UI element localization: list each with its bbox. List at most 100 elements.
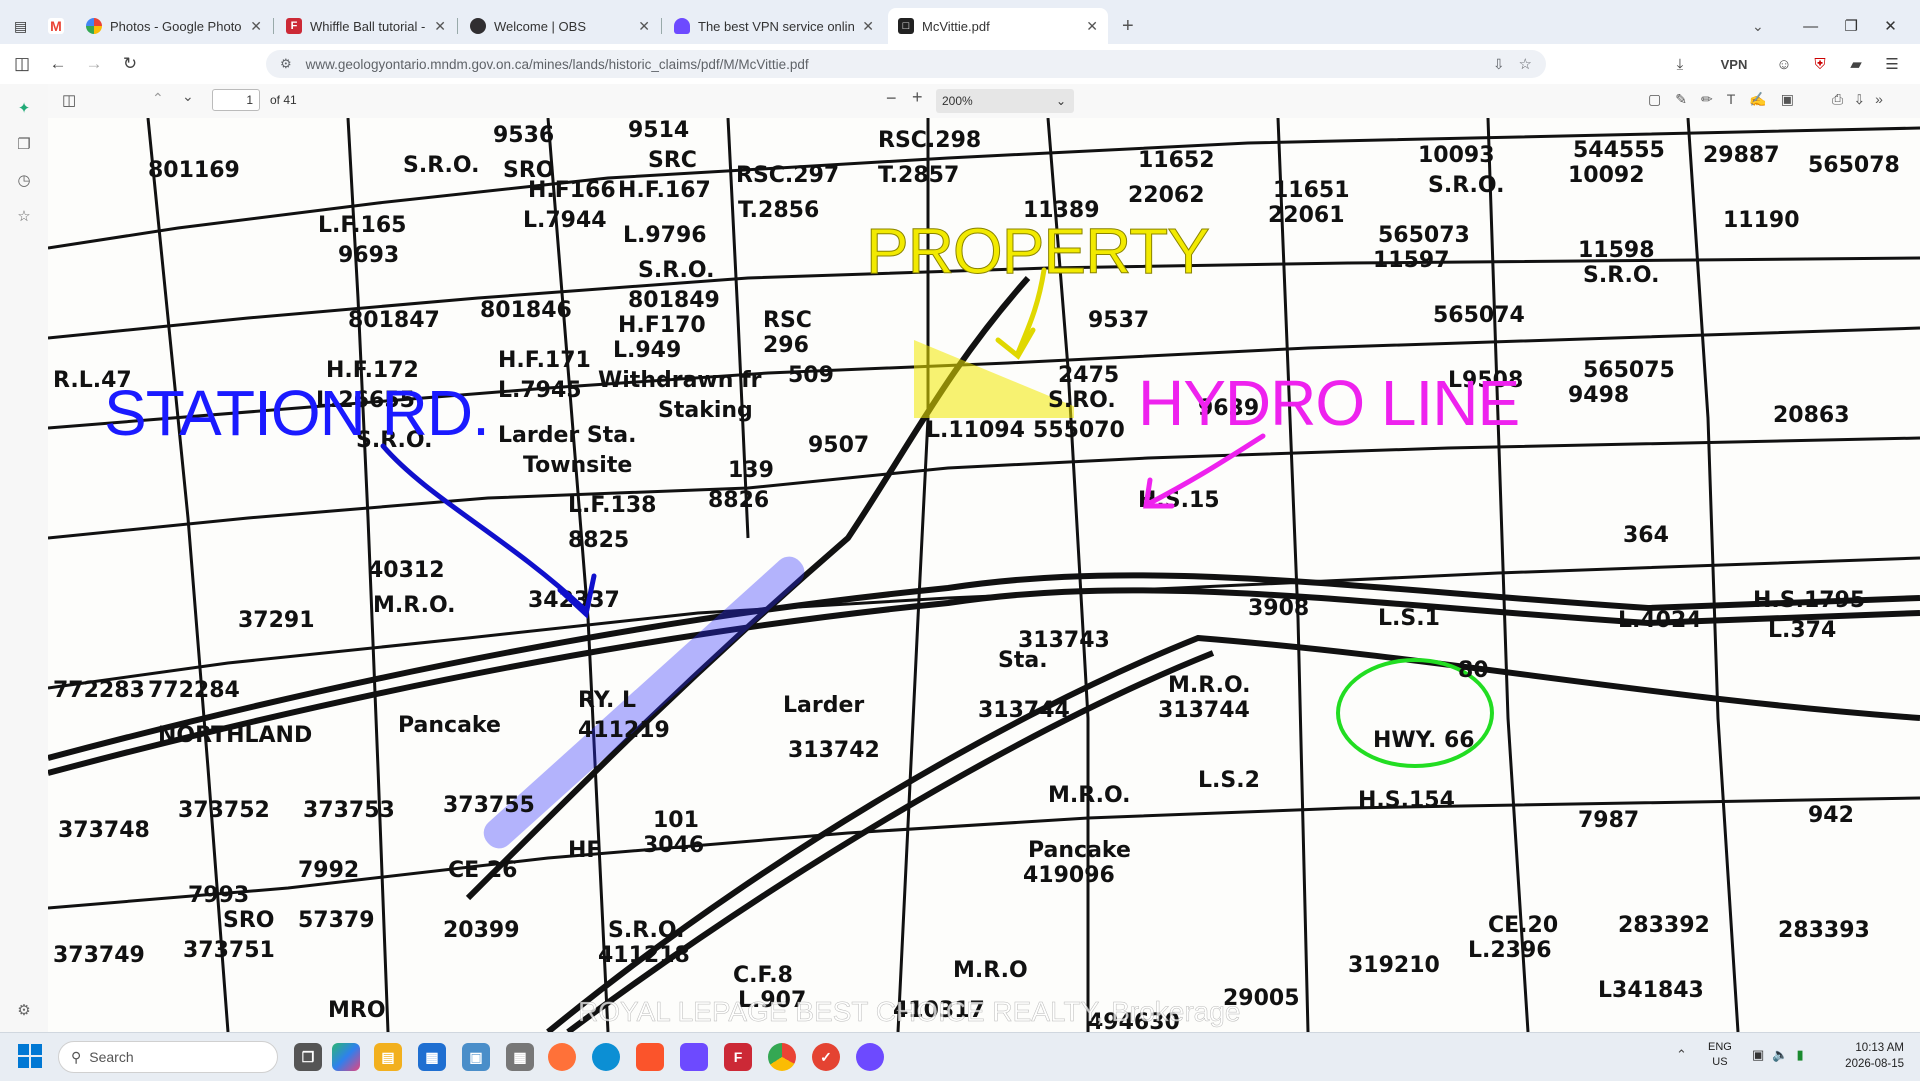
store-icon[interactable]: ▦ <box>418 1043 446 1071</box>
download-icon: ⤓ <box>1676 55 1684 73</box>
new-tab-button[interactable]: + <box>1112 8 1146 44</box>
clock[interactable]: 10:13 AM 2026-08-15 <box>1820 1040 1904 1072</box>
url-bar[interactable]: ⚙ www.geologyontario.mndm.gov.on.ca/mine… <box>266 50 1546 78</box>
copilot-icon[interactable] <box>332 1043 360 1071</box>
language-indicator[interactable]: ENG US <box>1708 1040 1732 1070</box>
page-total: of 41 <box>270 93 297 107</box>
print-icon[interactable]: ⎙ <box>1832 91 1855 107</box>
google-photos-icon <box>86 18 102 34</box>
close-window-icon[interactable]: ✕ <box>1884 17 1897 35</box>
zoom-select[interactable]: 200% ⌄ <box>936 89 1074 113</box>
control-panel-icon[interactable]: ▣ <box>462 1043 490 1071</box>
battery-icon[interactable]: ▮ <box>1796 1047 1811 1062</box>
close-icon[interactable]: ✕ <box>862 18 874 35</box>
sparkle-icon: ✦ <box>17 100 31 117</box>
chevron-down-icon: ⌄ <box>182 88 194 104</box>
zoom-in-button[interactable]: + <box>912 87 923 108</box>
system-tray: ▣🔈▮ <box>1752 1047 1812 1063</box>
close-icon[interactable]: ✕ <box>1086 18 1098 35</box>
minus-icon: − <box>886 88 897 108</box>
network-icon[interactable]: ▣ <box>1752 1047 1772 1062</box>
station-arrow <box>380 443 586 611</box>
image-icon[interactable]: ▣ <box>1781 91 1808 107</box>
chrome-icon[interactable] <box>768 1043 796 1071</box>
sidebar-history-button[interactable]: ◷ <box>12 168 36 192</box>
star-icon[interactable]: ☆ <box>1519 55 1532 73</box>
calculator-icon[interactable]: ▦ <box>506 1043 534 1071</box>
extensions-button[interactable]: ▰ <box>1844 52 1868 76</box>
tab-freecad[interactable]: F Whiffle Ball tutorial - FreeCAD D ✕ <box>276 8 458 44</box>
tray-overflow-button[interactable]: ⌃ <box>1676 1047 1687 1063</box>
zoom-value: 200% <box>942 94 973 108</box>
vpn-icon <box>674 18 690 34</box>
sidebar-settings-button[interactable]: ⚙ <box>12 998 36 1022</box>
minimize-icon[interactable]: — <box>1803 18 1818 35</box>
reload-button[interactable]: ↻ <box>118 52 142 76</box>
zoom-out-button[interactable]: − <box>886 88 897 109</box>
forward-button[interactable]: → <box>82 52 106 76</box>
page-number-input[interactable]: 1 <box>212 89 260 111</box>
site-info-icon[interactable]: ⚙ <box>280 56 292 72</box>
address-toolbar: ◫ ← → ↻ ⚙ www.geologyontario.mndm.gov.on… <box>0 44 1920 85</box>
tab-title: The best VPN service online for <box>698 18 855 34</box>
arrow-left-icon: ← <box>49 54 67 73</box>
back-button[interactable]: ← <box>46 52 70 76</box>
chevron-up-icon: ⌃ <box>1676 1047 1687 1062</box>
tab-list-button[interactable]: ▤ <box>6 8 40 44</box>
tab-google-photos[interactable]: Photos - Google Photos ✕ <box>76 8 274 44</box>
restore-icon[interactable]: ❐ <box>1844 17 1857 35</box>
install-icon[interactable]: ⇩ <box>1493 56 1505 73</box>
edge-icon[interactable] <box>592 1043 620 1071</box>
pdf-file-tools: ⎙⇩» <box>1832 91 1895 108</box>
sidebar-toggle-button[interactable]: ◫ <box>10 52 34 76</box>
start-button[interactable] <box>18 1044 42 1068</box>
property-arrow <box>1015 267 1047 356</box>
draw-icon[interactable]: ✍ <box>1749 91 1780 107</box>
pinned-tab-gmail[interactable]: M <box>44 8 72 44</box>
sidebar-bookmarks-button[interactable]: ☆ <box>12 204 36 228</box>
close-icon[interactable]: ✕ <box>250 18 262 35</box>
previous-page-button[interactable]: ⌃ <box>152 90 164 107</box>
arrow-right-icon: → <box>85 54 103 73</box>
pdf-annotation-tools: ▢✎✏T✍▣ <box>1648 91 1808 108</box>
brave-icon[interactable] <box>636 1043 664 1071</box>
downloads-button[interactable]: ⤓ <box>1668 52 1692 76</box>
firefox-icon[interactable] <box>548 1043 576 1071</box>
text-icon[interactable]: T <box>1727 91 1750 107</box>
comment-icon[interactable]: ▢ <box>1648 91 1675 107</box>
freecad-icon[interactable]: F <box>724 1043 752 1071</box>
tab-list-icon: ▤ <box>14 17 28 34</box>
sidebar-ai-button[interactable]: ✦ <box>12 96 36 120</box>
chevron-down-icon: ⌄ <box>1752 17 1764 34</box>
windows-icon <box>18 1044 29 1055</box>
profile-button[interactable]: ☺ <box>1772 52 1796 76</box>
watermark: ROYAL LEPAGE BEST CHOICE REALTY, Brokera… <box>578 996 1241 1028</box>
menu-button[interactable]: ☰ <box>1880 52 1904 76</box>
save-icon[interactable]: ⇩ <box>1855 91 1875 107</box>
next-page-button[interactable]: ⌄ <box>182 88 194 105</box>
tab-vpn[interactable]: The best VPN service online for ✕ <box>664 8 884 44</box>
tab-mcvittie-pdf[interactable]: □ McVittie.pdf ✕ <box>888 8 1108 44</box>
close-icon[interactable]: ✕ <box>638 18 650 35</box>
task-view-icon[interactable]: ❐ <box>294 1043 322 1071</box>
more-tools-icon[interactable]: » <box>1875 91 1895 107</box>
proton-icon[interactable] <box>680 1043 708 1071</box>
vpn-icon[interactable] <box>856 1043 884 1071</box>
sidebar-tabs-button[interactable]: ❐ <box>12 132 36 156</box>
tab-search-button[interactable]: ⌄ <box>1742 8 1776 44</box>
todoist-icon[interactable]: ✓ <box>812 1043 840 1071</box>
browser-sidebar: ✦ ❐ ◷ ☆ ⚙ <box>0 84 49 1032</box>
language-line2: US <box>1712 1056 1728 1068</box>
chevron-down-icon: ⌄ <box>1055 94 1066 108</box>
ublock-button[interactable]: ⛨ <box>1808 52 1832 76</box>
signature-icon[interactable]: ✎ <box>1675 91 1701 107</box>
close-icon[interactable]: ✕ <box>434 18 446 35</box>
tab-title: Whiffle Ball tutorial - FreeCAD D <box>310 18 426 34</box>
taskbar-search[interactable]: ⚲ Search <box>58 1041 278 1073</box>
volume-icon[interactable]: 🔈 <box>1772 1047 1796 1062</box>
highlight-icon[interactable]: ✏ <box>1701 91 1727 107</box>
vpn-button[interactable]: VPN <box>1708 52 1760 76</box>
toggle-sidebar-button[interactable]: ◫ <box>62 91 76 109</box>
file-explorer-icon[interactable]: ▤ <box>374 1043 402 1071</box>
tab-obs[interactable]: Welcome | OBS ✕ <box>460 8 662 44</box>
